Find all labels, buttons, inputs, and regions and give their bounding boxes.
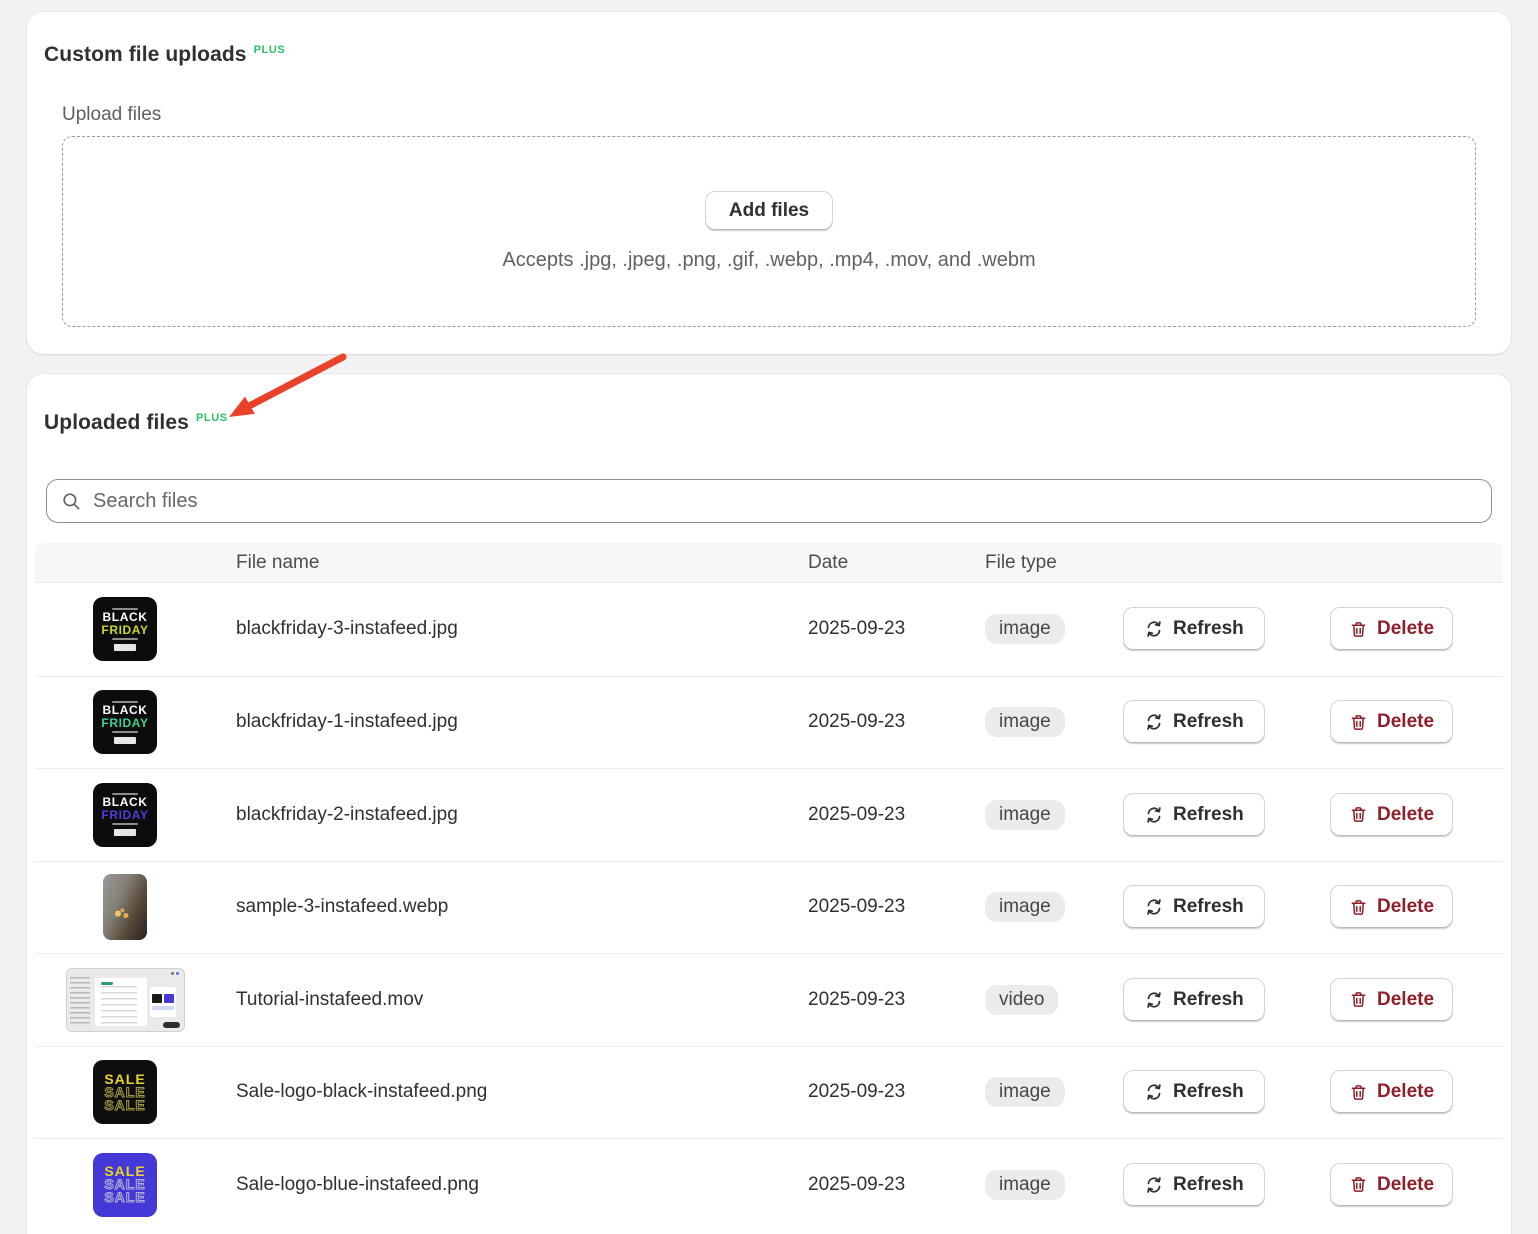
column-file-type: File type: [985, 552, 1123, 574]
delete-button[interactable]: Delete: [1330, 700, 1453, 744]
custom-file-uploads-card: Custom file uploads PLUS Upload files Ad…: [27, 12, 1511, 354]
file-name: Sale-logo-blue-instafeed.png: [215, 1174, 808, 1196]
refresh-button-label: Refresh: [1173, 1081, 1244, 1103]
refresh-button-label: Refresh: [1173, 618, 1244, 640]
file-date: 2025-09-23: [808, 711, 985, 733]
search-input[interactable]: [46, 479, 1492, 523]
table-row: BLACKFRIDAY blackfriday-2-instafeed.jpg …: [35, 768, 1503, 861]
refresh-button[interactable]: Refresh: [1123, 607, 1265, 651]
file-name: blackfriday-1-instafeed.jpg: [215, 711, 808, 733]
add-files-button[interactable]: Add files: [705, 191, 833, 231]
uploaded-files-card: Uploaded files PLUS File name Date File …: [27, 374, 1511, 1234]
file-date: 2025-09-23: [808, 618, 985, 640]
file-type-badge: image: [985, 1170, 1065, 1200]
column-date: Date: [808, 552, 985, 574]
file-date: 2025-09-23: [808, 1081, 985, 1103]
upload-files-label: Upload files: [62, 103, 1503, 127]
refresh-button-label: Refresh: [1173, 804, 1244, 826]
file-thumbnail: [103, 874, 147, 940]
refresh-button-label: Refresh: [1173, 896, 1244, 918]
table-header-row: File name Date File type: [35, 543, 1503, 583]
trash-icon: [1349, 898, 1368, 917]
file-date: 2025-09-23: [808, 804, 985, 826]
trash-icon: [1349, 990, 1368, 1009]
file-thumbnail: BLACKFRIDAY: [93, 690, 157, 754]
refresh-button-label: Refresh: [1173, 989, 1244, 1011]
refresh-button[interactable]: Refresh: [1123, 885, 1265, 929]
table-row: BLACKFRIDAY blackfriday-1-instafeed.jpg …: [35, 676, 1503, 769]
file-thumbnail: [66, 968, 185, 1032]
refresh-button-label: Refresh: [1173, 1174, 1244, 1196]
plus-plan-badge: PLUS: [254, 43, 286, 57]
column-file-name: File name: [215, 552, 808, 574]
file-date: 2025-09-23: [808, 896, 985, 918]
delete-button[interactable]: Delete: [1330, 793, 1453, 837]
refresh-button-label: Refresh: [1173, 711, 1244, 733]
file-name: sample-3-instafeed.webp: [215, 896, 808, 918]
uploaded-files-table: File name Date File type BLACKFRIDAY bla…: [35, 543, 1503, 1231]
delete-button-label: Delete: [1377, 1174, 1434, 1196]
delete-button[interactable]: Delete: [1330, 1070, 1453, 1114]
trash-icon: [1349, 713, 1368, 732]
delete-button-label: Delete: [1377, 711, 1434, 733]
refresh-button[interactable]: Refresh: [1123, 700, 1265, 744]
plus-plan-badge: PLUS: [196, 411, 228, 425]
table-row: BLACKFRIDAY blackfriday-3-instafeed.jpg …: [35, 583, 1503, 676]
delete-button-label: Delete: [1377, 804, 1434, 826]
file-type-badge: video: [985, 985, 1058, 1015]
file-thumbnail: SALESALESALE: [93, 1153, 157, 1217]
file-thumbnail: SALESALESALE: [93, 1060, 157, 1124]
refresh-icon: [1144, 712, 1164, 732]
refresh-icon: [1144, 990, 1164, 1010]
delete-button[interactable]: Delete: [1330, 885, 1453, 929]
file-dropzone[interactable]: Add files Accepts .jpg, .jpeg, .png, .gi…: [62, 136, 1476, 327]
delete-button-label: Delete: [1377, 1081, 1434, 1103]
refresh-button[interactable]: Refresh: [1123, 793, 1265, 837]
file-type-badge: image: [985, 892, 1065, 922]
refresh-icon: [1144, 1082, 1164, 1102]
file-date: 2025-09-23: [808, 989, 985, 1011]
delete-button-label: Delete: [1377, 989, 1434, 1011]
refresh-icon: [1144, 619, 1164, 639]
trash-icon: [1349, 1083, 1368, 1102]
delete-button[interactable]: Delete: [1330, 978, 1453, 1022]
trash-icon: [1349, 620, 1368, 639]
delete-button[interactable]: Delete: [1330, 607, 1453, 651]
file-name: Sale-logo-black-instafeed.png: [215, 1081, 808, 1103]
file-name: blackfriday-3-instafeed.jpg: [215, 618, 808, 640]
file-name: blackfriday-2-instafeed.jpg: [215, 804, 808, 826]
card-title: Custom file uploads: [44, 42, 247, 68]
refresh-button[interactable]: Refresh: [1123, 1070, 1265, 1114]
table-row: SALESALESALE Sale-logo-black-instafeed.p…: [35, 1046, 1503, 1139]
refresh-button[interactable]: Refresh: [1123, 978, 1265, 1022]
table-row: SALESALESALE Sale-logo-blue-instafeed.pn…: [35, 1138, 1503, 1231]
refresh-icon: [1144, 1175, 1164, 1195]
file-type-badge: image: [985, 707, 1065, 737]
table-row: Tutorial-instafeed.mov 2025-09-23 video …: [35, 953, 1503, 1046]
delete-button[interactable]: Delete: [1330, 1163, 1453, 1207]
trash-icon: [1349, 1175, 1368, 1194]
refresh-button[interactable]: Refresh: [1123, 1163, 1265, 1207]
file-type-badge: image: [985, 614, 1065, 644]
refresh-icon: [1144, 805, 1164, 825]
table-body: BLACKFRIDAY blackfriday-3-instafeed.jpg …: [35, 583, 1503, 1231]
file-date: 2025-09-23: [808, 1174, 985, 1196]
refresh-icon: [1144, 897, 1164, 917]
file-type-badge: image: [985, 1077, 1065, 1107]
delete-button-label: Delete: [1377, 618, 1434, 640]
page: Custom file uploads PLUS Upload files Ad…: [0, 0, 1538, 1234]
search-icon: [60, 490, 82, 512]
file-name: Tutorial-instafeed.mov: [215, 989, 808, 1011]
card-title: Uploaded files: [44, 410, 189, 436]
delete-button-label: Delete: [1377, 896, 1434, 918]
table-row: sample-3-instafeed.webp 2025-09-23 image…: [35, 861, 1503, 954]
file-type-badge: image: [985, 800, 1065, 830]
file-thumbnail: BLACKFRIDAY: [93, 597, 157, 661]
file-thumbnail: BLACKFRIDAY: [93, 783, 157, 847]
trash-icon: [1349, 805, 1368, 824]
accepted-formats-text: Accepts .jpg, .jpeg, .png, .gif, .webp, …: [502, 249, 1035, 272]
